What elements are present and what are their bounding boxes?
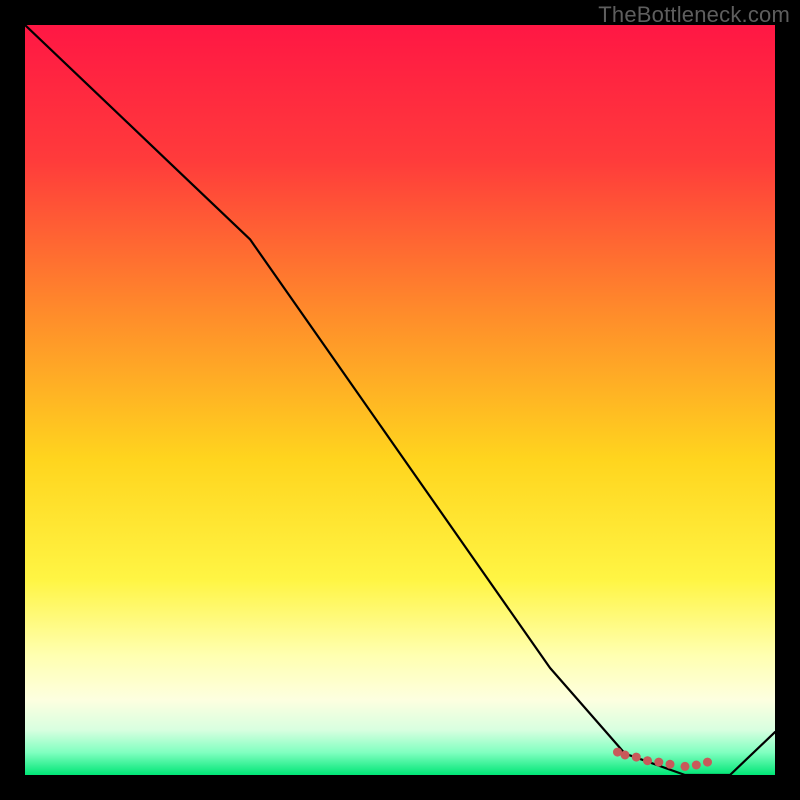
plot-svg: [25, 25, 775, 775]
highlight-dot: [621, 751, 630, 760]
watermark-text: TheBottleneck.com: [598, 2, 790, 28]
highlight-dot: [666, 760, 675, 769]
plot-area: [25, 25, 775, 775]
highlight-dot: [654, 758, 663, 767]
highlight-dot: [703, 758, 712, 767]
highlight-dot: [692, 761, 701, 770]
gradient-background: [25, 25, 775, 775]
highlight-dot: [632, 753, 641, 762]
chart-canvas: TheBottleneck.com: [0, 0, 800, 800]
highlight-dot: [643, 756, 652, 765]
highlight-dot: [681, 762, 690, 771]
